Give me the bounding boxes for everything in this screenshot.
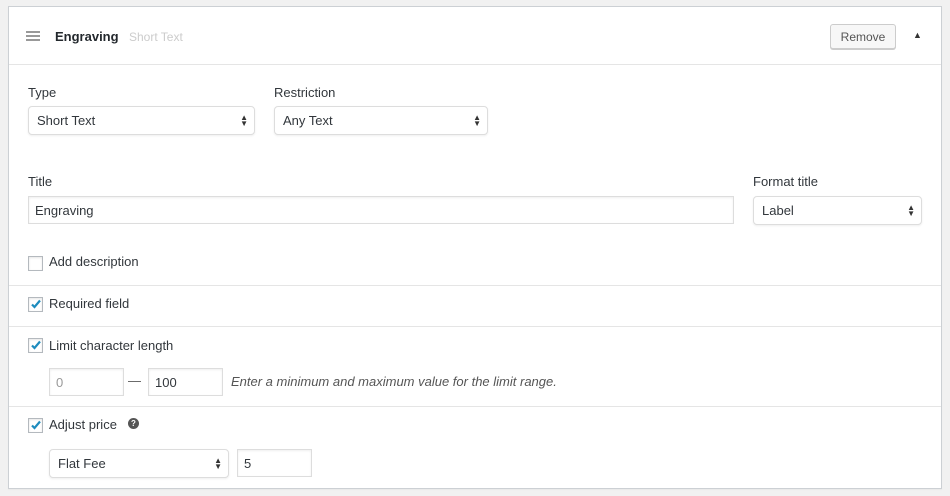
limit-length-label: Limit character length <box>49 338 173 353</box>
select-arrows-icon: ▲▼ <box>473 115 481 127</box>
price-amount-value: 5 <box>244 456 251 471</box>
restriction-value: Any Text <box>283 113 333 128</box>
required-field-checkbox[interactable] <box>28 297 43 312</box>
adjust-price-label: Adjust price <box>49 417 117 432</box>
format-title-value: Label <box>762 203 794 218</box>
title-input[interactable]: Engraving <box>28 196 734 224</box>
range-dash: — <box>128 373 141 388</box>
price-type-select[interactable]: Flat Fee ▲▼ <box>49 449 229 478</box>
addon-title: Engraving <box>55 29 119 44</box>
limit-length-checkbox[interactable] <box>28 338 43 353</box>
title-value: Engraving <box>35 203 94 218</box>
limit-min-value: 0 <box>56 375 63 390</box>
help-icon[interactable]: ? <box>128 418 139 429</box>
divider <box>9 285 941 286</box>
limit-hint: Enter a minimum and maximum value for th… <box>231 374 557 389</box>
restriction-label: Restriction <box>274 85 335 100</box>
title-label: Title <box>28 174 52 189</box>
divider <box>9 406 941 407</box>
drag-handle-icon[interactable] <box>26 31 40 41</box>
type-value: Short Text <box>37 113 95 128</box>
restriction-select[interactable]: Any Text ▲▼ <box>274 106 488 135</box>
addon-type-subtitle: Short Text <box>129 30 183 44</box>
limit-max-input[interactable]: 100 <box>148 368 223 396</box>
price-type-value: Flat Fee <box>58 456 106 471</box>
remove-button[interactable]: Remove <box>830 24 896 49</box>
limit-min-input[interactable]: 0 <box>49 368 124 396</box>
format-title-label: Format title <box>753 174 818 189</box>
add-description-checkbox[interactable] <box>28 256 43 271</box>
add-description-label: Add description <box>49 254 139 269</box>
format-title-select[interactable]: Label ▲▼ <box>753 196 922 225</box>
select-arrows-icon: ▲▼ <box>907 205 915 217</box>
divider <box>9 326 941 327</box>
limit-max-value: 100 <box>155 375 177 390</box>
type-label: Type <box>28 85 56 100</box>
collapse-toggle-icon[interactable]: ▲ <box>913 30 922 40</box>
price-amount-input[interactable]: 5 <box>237 449 312 477</box>
addon-panel <box>8 6 942 489</box>
adjust-price-checkbox[interactable] <box>28 418 43 433</box>
divider <box>9 64 941 65</box>
type-select[interactable]: Short Text ▲▼ <box>28 106 255 135</box>
select-arrows-icon: ▲▼ <box>214 458 222 470</box>
select-arrows-icon: ▲▼ <box>240 115 248 127</box>
required-field-label: Required field <box>49 296 129 311</box>
